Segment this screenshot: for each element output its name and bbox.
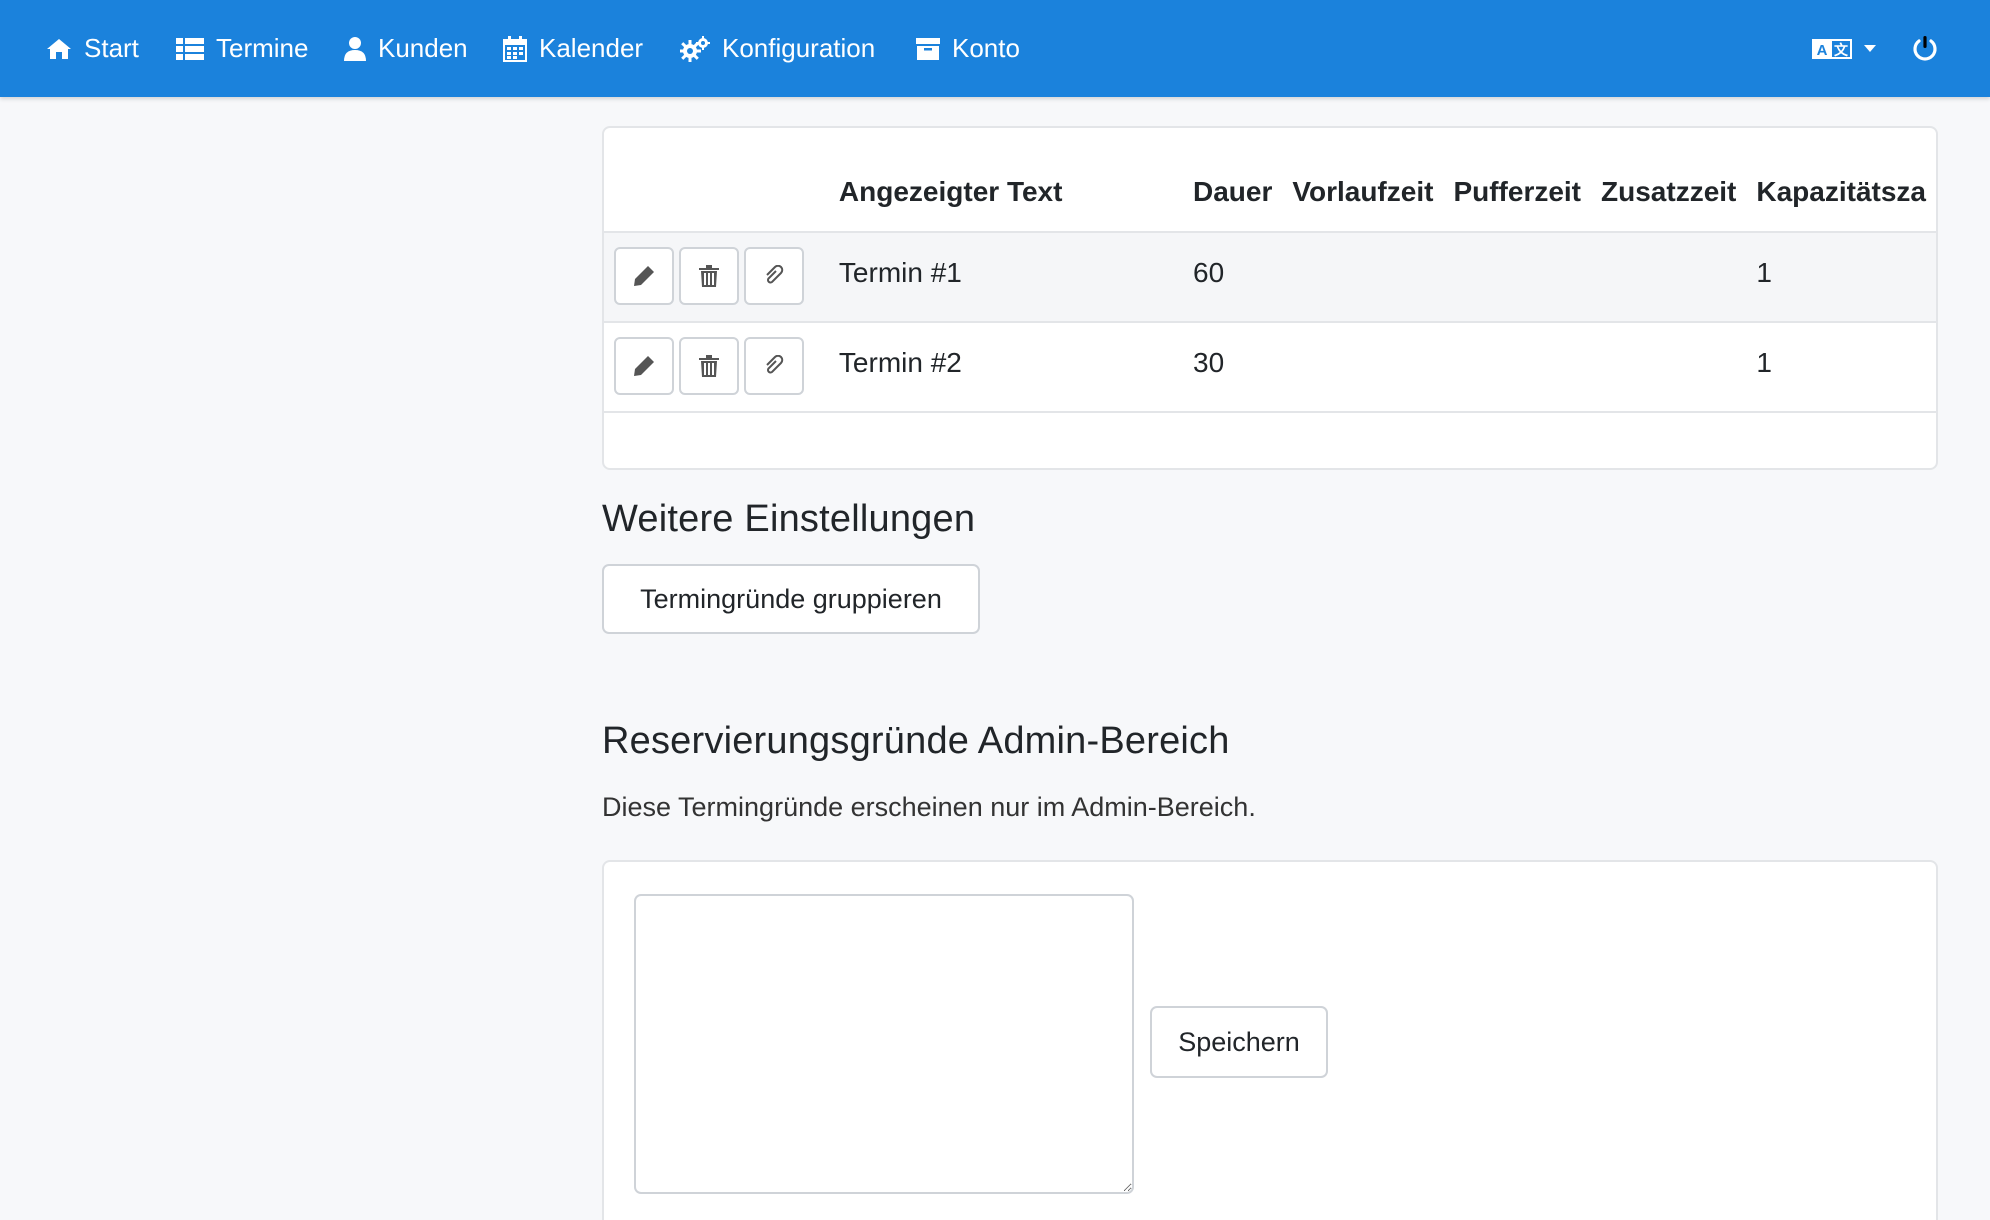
- trash-icon: [699, 265, 719, 287]
- save-button[interactable]: Speichern: [1150, 1006, 1328, 1078]
- nav-konto-label: Konto: [952, 33, 1020, 63]
- appointment-reasons-table: Angezeigter Text Dauer Vorlaufzeit Puffe…: [604, 128, 1936, 413]
- column-header-zusatzzeit: Zusatzzeit: [1601, 175, 1737, 207]
- trash-icon: [699, 355, 719, 377]
- row-text: Termin #2: [828, 321, 1183, 413]
- language-icon: A文: [1812, 38, 1852, 59]
- nav-kalender-label: Kalender: [539, 33, 644, 63]
- row-vorlaufzeit: [1282, 321, 1444, 413]
- column-header-actions: [604, 128, 829, 232]
- attach-button[interactable]: [744, 247, 804, 305]
- admin-reasons-description: Diese Termingründe erscheinen nur im Adm…: [602, 792, 1256, 822]
- home-icon: [47, 38, 71, 59]
- row-vorlaufzeit: [1282, 231, 1444, 322]
- nav-konto[interactable]: Konto: [916, 0, 1020, 97]
- delete-button[interactable]: [679, 247, 739, 305]
- admin-reasons-textarea[interactable]: [634, 894, 1134, 1194]
- row-pufferzeit: [1443, 321, 1592, 413]
- nav-termine[interactable]: Termine: [176, 0, 308, 97]
- column-header-kapazitaet: Kapazitätsza: [1756, 175, 1926, 207]
- row-actions: [604, 321, 829, 413]
- svg-text:文: 文: [1834, 42, 1849, 58]
- row-zusatzzeit: [1591, 321, 1747, 413]
- column-header-pufferzeit: Pufferzeit: [1453, 175, 1582, 207]
- row-text: Termin #1: [828, 231, 1183, 322]
- admin-reasons-heading: Reservierungsgründe Admin-Bereich: [602, 720, 1230, 762]
- nav-konfiguration-label: Konfiguration: [722, 33, 876, 63]
- pencil-icon: [634, 266, 654, 286]
- edit-button[interactable]: [614, 337, 674, 395]
- paperclip-icon: [766, 355, 784, 374]
- column-header-dauer: Dauer: [1193, 175, 1273, 207]
- archive-icon: [916, 37, 940, 60]
- attach-button[interactable]: [744, 337, 804, 395]
- gears-icon: [680, 35, 710, 62]
- nav-kunden[interactable]: Kunden: [344, 0, 468, 97]
- row-kapazitaet: 1: [1746, 321, 1936, 413]
- column-header-text: Angezeigter Text: [838, 175, 1063, 207]
- row-dauer: 30: [1183, 321, 1283, 413]
- power-icon: [1913, 35, 1937, 61]
- further-settings-heading: Weitere Einstellungen: [602, 498, 976, 540]
- group-reasons-button[interactable]: Termingründe gruppieren: [602, 564, 980, 634]
- calendar-icon: [503, 35, 527, 62]
- nav-kunden-label: Kunden: [378, 33, 468, 63]
- user-icon: [344, 36, 366, 61]
- nav-start[interactable]: Start: [46, 0, 139, 97]
- list-icon: [176, 37, 204, 60]
- chevron-down-icon: [1864, 45, 1876, 52]
- nav-konfiguration[interactable]: Konfiguration: [680, 0, 875, 97]
- row-dauer: 60: [1183, 231, 1283, 322]
- svg-text:A: A: [1817, 42, 1828, 59]
- nav-termine-label: Termine: [216, 33, 309, 63]
- row-kapazitaet: 1: [1746, 231, 1936, 322]
- edit-button[interactable]: [614, 247, 674, 305]
- top-navbar: Start Termine Kunden Kalender Konfigurat…: [0, 0, 1990, 97]
- appointment-reasons-card: Angezeigter Text Dauer Vorlaufzeit Puffe…: [602, 126, 1938, 470]
- table-row: Termin #2 30 1: [604, 321, 1936, 413]
- row-pufferzeit: [1443, 231, 1592, 322]
- column-header-vorlaufzeit: Vorlaufzeit: [1292, 175, 1434, 207]
- paperclip-icon: [766, 265, 784, 284]
- admin-reasons-card: Speichern: [602, 860, 1938, 1220]
- nav-kalender[interactable]: Kalender: [503, 0, 643, 97]
- delete-button[interactable]: [679, 337, 739, 395]
- nav-start-label: Start: [84, 33, 139, 63]
- table-row: Termin #1 60 1: [604, 231, 1936, 322]
- row-actions: [604, 231, 829, 322]
- logout-button[interactable]: [1912, 0, 1938, 97]
- language-dropdown[interactable]: A文: [1812, 0, 1876, 97]
- row-zusatzzeit: [1591, 231, 1747, 322]
- pencil-icon: [634, 356, 654, 376]
